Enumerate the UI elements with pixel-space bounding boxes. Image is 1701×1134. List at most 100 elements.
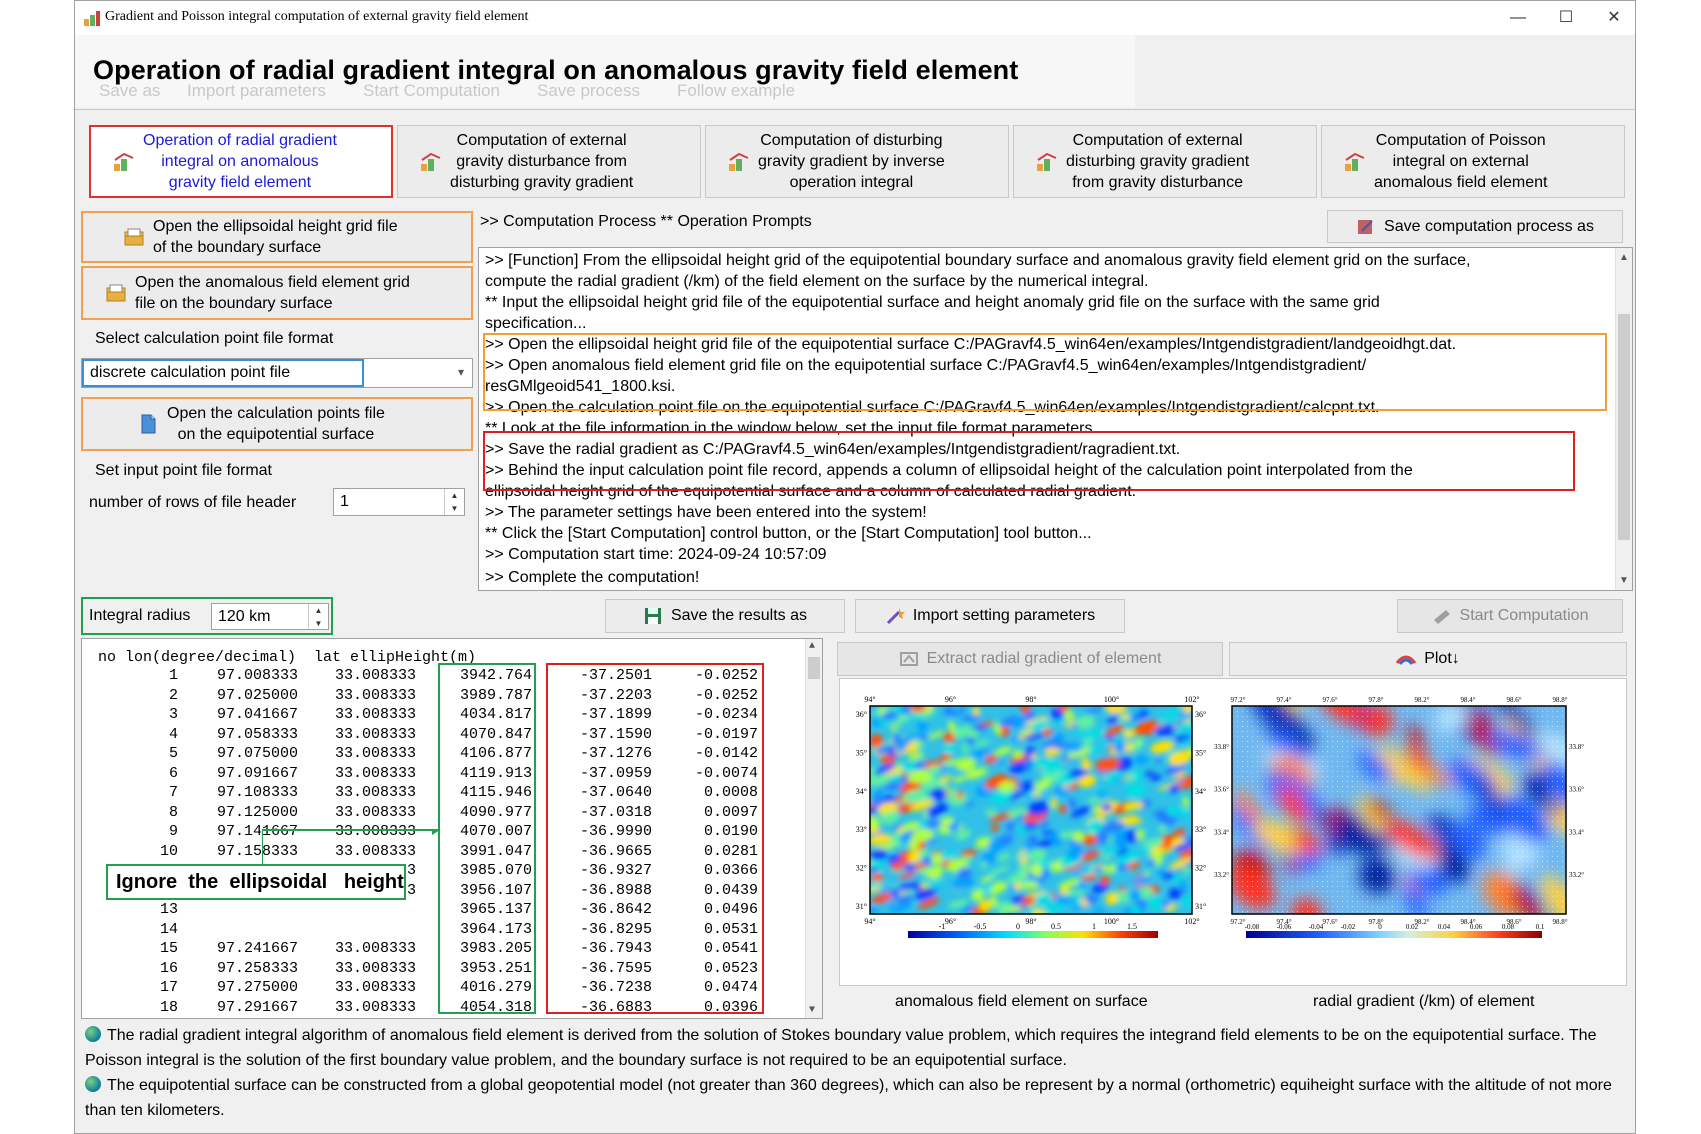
log-line: >> Complete the computation! (485, 569, 700, 586)
table-cell: 33.008333 (334, 803, 416, 821)
table-cell: 0.0523 (703, 959, 758, 977)
open-anomalous-grid-button[interactable]: Open the anomalous field element grid fil… (81, 266, 473, 320)
table-row: 16 97.258333 33.008333 3953.251 -36.7595 0.05… (82, 960, 802, 979)
tab-poisson-integral[interactable]: Computation of Poisson integral on extern… (1321, 125, 1625, 198)
table-cell: 4070.847 (459, 725, 532, 743)
table-cell: -36.9327 (579, 862, 652, 879)
table-cell: -37.0318 (579, 803, 652, 821)
close-button[interactable]: ✕ (1591, 5, 1637, 31)
extract-icon (899, 652, 918, 666)
tick-label: 97.8° (1368, 696, 1383, 704)
tab-label: Operation of radial gradient integral on … (143, 132, 337, 191)
scroll-up-icon[interactable]: ▲ (809, 641, 815, 652)
scroll-down-icon[interactable]: ▼ (1619, 575, 1629, 586)
tick-label: 100° (1104, 695, 1119, 704)
table-cell: 0.0190 (703, 823, 758, 840)
tab-external-gradient[interactable]: Computation of external disturbing gravit… (1013, 125, 1317, 198)
table-cell: 0.0474 (703, 979, 758, 996)
scroll-down-icon[interactable]: ▼ (809, 1005, 815, 1016)
globe-icon (85, 1026, 101, 1042)
tick-label: 102° (1184, 695, 1199, 704)
note-1: The radial gradient integral algorithm o… (85, 1026, 1597, 1069)
tick-label: 97.2° (1230, 918, 1245, 926)
colorbar-label: 1.5 (1127, 922, 1137, 931)
log-line: ** Input the ellipsoidal height grid fil… (485, 294, 1380, 311)
maximize-button[interactable]: ☐ (1543, 5, 1589, 31)
colorbar (1246, 931, 1542, 938)
chevron-down-icon[interactable]: ▾ (458, 365, 464, 379)
table-cell: 33.008333 (334, 940, 416, 957)
scroll-up-icon[interactable]: ▲ (1619, 252, 1629, 263)
table-row: 14 3964.173 -36.8295 0.0531 (82, 921, 802, 940)
spinner-arrows[interactable]: ▲ ▼ (308, 604, 328, 629)
folder-icon (124, 228, 144, 246)
header-rows-label: number of rows of file header (89, 494, 297, 511)
colorbar-label: 0.06 (1470, 923, 1483, 931)
table-cell: 4070.007 (459, 823, 532, 840)
colorbar-label: -0.06 (1277, 923, 1292, 931)
colorbar (908, 931, 1158, 938)
open-calc-points-button[interactable]: Open the calculation points file on the e… (81, 397, 473, 451)
table-row: 15 97.241667 33.008333 3983.205 -36.7943 0.05… (82, 940, 802, 959)
plot-panel: 94° 96° 98° 100° 102° 94° 96° 98° 100° 102° 36° 35°… (839, 678, 1627, 986)
tick-label: 36° (1195, 710, 1206, 719)
table-cell: -37.1276 (579, 745, 652, 762)
tick-label: 102° (1184, 917, 1199, 926)
table-row: 4 97.058333 33.008333 4070.847 -37.1590 -0.01… (82, 726, 802, 745)
table-cell: 97.275000 (216, 979, 298, 996)
table-header: no lon(degree/decimal) lat ellipHeight(m… (98, 649, 477, 666)
table-cell: 33.008333 (334, 998, 416, 1016)
format-select[interactable]: discrete calculation point file ▾ (81, 358, 473, 388)
tick-label: 35° (856, 748, 867, 757)
table-cell: 97.108333 (216, 784, 298, 801)
table-scrollbar[interactable]: ▲ ▼ (805, 639, 822, 1018)
log-line: >> [Function] From the ellipsoidal heigh… (485, 252, 1471, 269)
table-cell: -36.7943 (579, 940, 652, 957)
table-cell: 97.058333 (216, 725, 298, 743)
tab-inverse-operation[interactable]: Computation of disturbing gravity gradien… (705, 125, 1009, 198)
table-cell: 4034.817 (459, 706, 532, 723)
scroll-thumb[interactable] (1618, 314, 1630, 540)
tick-label: 33° (1195, 825, 1206, 834)
tick-label: 33.2° (1214, 871, 1229, 879)
table-cell: 3989.787 (459, 686, 532, 704)
table-cell: 97.025000 (216, 686, 298, 704)
colorbar-label: 0 (1378, 923, 1382, 931)
process-heading: >> Computation Process ** Operation Prom… (480, 213, 812, 230)
table-cell: 4054.318 (459, 998, 532, 1016)
table-cell: -0.0252 (694, 667, 758, 684)
open-height-grid-button[interactable]: Open the ellipsoidal height grid file of … (81, 211, 473, 263)
extract-gradient-button[interactable]: Extract radial gradient of element (837, 642, 1223, 676)
table-cell: 0.0541 (703, 940, 758, 957)
tick-label: 33.6° (1569, 786, 1584, 794)
tick-label: 36° (856, 710, 867, 719)
table-cell: 97.241667 (216, 940, 298, 957)
table-row: 5 97.075000 33.008333 4106.877 -37.1276 -0.01… (82, 745, 802, 764)
plot-button[interactable]: Plot↓ (1229, 642, 1627, 676)
tab-label: Computation of external gravity disturban… (450, 132, 634, 191)
log-line: ellipsoidal height grid of the equipoten… (485, 483, 1137, 500)
integral-radius-spinner[interactable]: 120 km ▲ ▼ (211, 603, 329, 630)
log-line: >> Open anomalous field element grid fil… (485, 357, 1367, 374)
start-computation-button[interactable]: Start Computation (1397, 599, 1623, 633)
save-results-button[interactable]: Save the results as (605, 599, 845, 633)
table-cell: 14 (159, 920, 178, 938)
tab-radial-gradient[interactable]: Operation of radial gradient integral on … (89, 125, 393, 198)
scroll-thumb[interactable] (808, 657, 820, 679)
log-scrollbar[interactable]: ▲ ▼ (1615, 248, 1632, 590)
table-cell: 97.075000 (216, 745, 298, 762)
tab-label: Computation of disturbing gravity gradien… (758, 132, 945, 191)
tab-external-disturbance[interactable]: Computation of external gravity disturban… (397, 125, 701, 198)
tick-label: 97.6° (1322, 918, 1337, 926)
table-cell: 0.0531 (703, 920, 758, 938)
save-process-button[interactable]: Save computation process as (1327, 210, 1623, 243)
header-rows-spinner[interactable]: 1 ▲ ▼ (333, 488, 465, 516)
import-settings-button[interactable]: Import setting parameters (855, 599, 1125, 633)
tick-label: 98° (1025, 695, 1036, 704)
tick-label: 33.8° (1214, 743, 1229, 751)
spinner-arrows[interactable]: ▲ ▼ (444, 489, 464, 515)
table-cell: -36.6883 (579, 998, 652, 1016)
minimize-button[interactable]: — (1495, 5, 1541, 31)
log-line: >> The parameter settings have been ente… (485, 504, 927, 521)
globe-icon (85, 1076, 101, 1092)
